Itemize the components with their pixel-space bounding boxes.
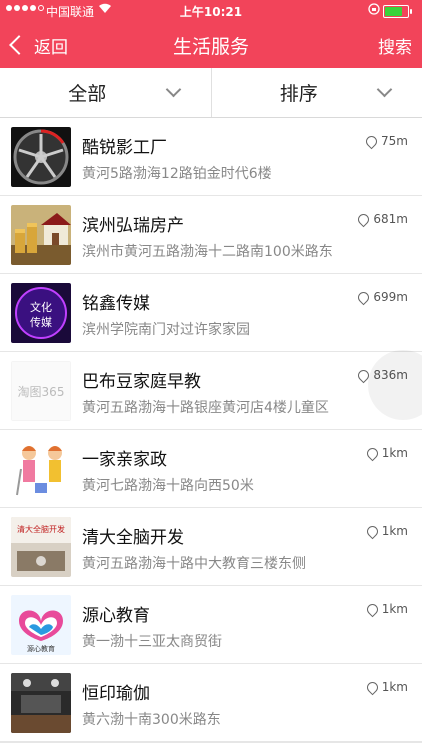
screen: 中国联通 上午10:21 返回 生活服务 搜索 全部 排序 酷锐影工厂 黄河5路…	[0, 0, 422, 750]
distance-value: 1km	[381, 602, 408, 616]
category-filter-label: 全部	[68, 83, 107, 105]
svg-text:淘图365: 淘图365	[18, 385, 65, 399]
nav-bar: 返回 生活服务 搜索	[0, 22, 422, 68]
hearts-logo: 源心教育	[11, 595, 71, 655]
item-name: 巴布豆家庭早教	[82, 372, 201, 392]
location-pin-icon	[356, 289, 372, 305]
item-name: 酷锐影工厂	[82, 138, 167, 158]
location-pin-icon	[363, 133, 380, 149]
item-name: 滨州弘瑞房产	[82, 216, 184, 236]
list-item[interactable]: 源心教育 源心教育 黄一渤十三亚太商贸街 1km	[0, 586, 422, 664]
service-list: 酷锐影工厂 黄河5路渤海12路铂金时代6楼 75m 滨州弘瑞房产 滨州市黄河五路…	[0, 118, 422, 742]
status-bar: 中国联通 上午10:21	[0, 0, 422, 22]
location-pin-icon	[364, 679, 380, 695]
taotu365-logo: 淘图365	[11, 361, 71, 421]
list-item[interactable]: 清大全脑开发 清大全脑开发 黄河五路渤海十路中大教育三楼东侧 1km	[0, 508, 422, 586]
list-item[interactable]: 一家亲家政 黄河七路渤海十路向西50米 1km	[0, 430, 422, 508]
item-distance: 1km	[364, 679, 408, 695]
item-distance: 1km	[364, 523, 408, 539]
distance-value: 699m	[373, 290, 408, 304]
distance-value: 75m	[381, 134, 408, 148]
classroom-photo: 清大全脑开发	[11, 517, 71, 577]
list-item-partial	[0, 742, 422, 750]
svg-text:清大全脑开发: 清大全脑开发	[17, 524, 65, 534]
battery-icon	[383, 5, 412, 18]
item-distance: 1km	[364, 445, 408, 461]
touch-highlight	[368, 350, 422, 420]
item-name: 一家亲家政	[82, 450, 167, 470]
chevron-down-icon	[165, 81, 181, 98]
distance-value: 1km	[381, 524, 408, 538]
list-item[interactable]: 文化 传媒 铭鑫传媒 滨州学院南门对过许家家园 699m	[0, 274, 422, 352]
svg-text:传媒: 传媒	[30, 316, 52, 329]
item-address: 黄河五路渤海十路中大教育三楼东侧	[82, 556, 306, 572]
item-address: 滨州市黄河五路渤海十二路南100米路东	[82, 244, 333, 260]
distance-value: 1km	[381, 680, 408, 694]
cleaners-illustration	[11, 439, 71, 499]
item-address: 滨州学院南门对过许家家园	[82, 322, 250, 338]
item-distance: 699m	[356, 289, 408, 305]
list-item[interactable]: 酷锐影工厂 黄河5路渤海12路铂金时代6楼 75m	[0, 118, 422, 196]
item-name: 恒印瑜伽	[82, 684, 150, 704]
item-distance: 681m	[356, 211, 408, 227]
yoga-room-photo	[11, 673, 71, 733]
item-address: 黄六渤十南300米路东	[82, 712, 221, 728]
item-address: 黄一渤十三亚太商贸街	[82, 634, 222, 650]
distance-value: 1km	[381, 446, 408, 460]
item-name: 源心教育	[82, 606, 150, 626]
svg-text:文化: 文化	[30, 300, 52, 314]
location-pin-icon	[364, 601, 380, 617]
filter-bar: 全部 排序	[0, 68, 422, 118]
location-pin-icon	[364, 523, 380, 539]
status-time: 上午10:21	[179, 5, 243, 19]
top-bar: 中国联通 上午10:21 返回 生活服务 搜索	[0, 0, 422, 68]
item-address: 黄河七路渤海十路向西50米	[82, 478, 254, 494]
distance-value: 681m	[373, 212, 408, 226]
orientation-lock-icon	[368, 3, 380, 18]
sort-label: 排序	[279, 83, 318, 105]
item-address: 黄河五路渤海十路银座黄河店4楼儿童区	[82, 400, 329, 416]
item-address: 黄河5路渤海12路铂金时代6楼	[82, 166, 272, 182]
house-coins-photo	[11, 205, 71, 265]
item-name: 铭鑫传媒	[82, 294, 150, 314]
culture-media-logo: 文化 传媒	[11, 283, 71, 343]
category-filter-dropdown[interactable]: 全部	[0, 68, 211, 117]
svg-text:源心教育: 源心教育	[27, 644, 55, 653]
chevron-down-icon	[376, 81, 393, 98]
list-item[interactable]: 恒印瑜伽 黄六渤十南300米路东 1km	[0, 664, 422, 742]
wheel-photo	[11, 127, 71, 187]
list-item[interactable]: 淘图365 巴布豆家庭早教 黄河五路渤海十路银座黄河店4楼儿童区 836m	[0, 350, 422, 430]
search-button[interactable]: 搜索	[378, 33, 412, 58]
item-distance: 75m	[363, 133, 408, 149]
location-pin-icon	[356, 211, 372, 227]
item-distance: 1km	[364, 601, 408, 617]
location-pin-icon	[364, 445, 380, 461]
page-title: 生活服务	[172, 36, 249, 58]
list-item[interactable]: 滨州弘瑞房产 滨州市黄河五路渤海十二路南100米路东 681m	[0, 196, 422, 274]
sort-dropdown[interactable]: 排序	[210, 68, 422, 117]
item-name: 清大全脑开发	[82, 528, 184, 548]
